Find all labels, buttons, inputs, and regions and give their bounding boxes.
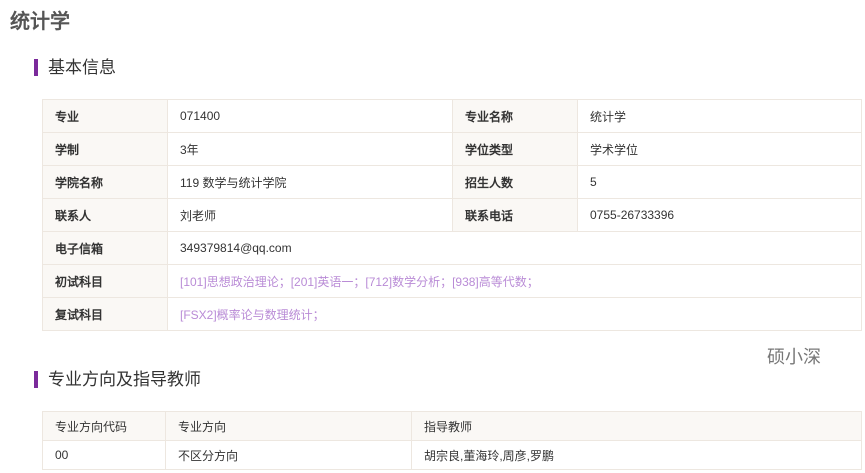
value: 学术学位 [577, 132, 862, 166]
label: 学制 [42, 132, 168, 166]
table-row: 电子信箱 349379814@qq.com [42, 231, 862, 265]
label: 招生人数 [452, 165, 578, 199]
table-header-row: 专业方向代码 专业方向 指导教师 [42, 411, 862, 441]
label: 初试科目 [42, 264, 168, 298]
label: 电子信箱 [42, 231, 168, 265]
value: 刘老师 [167, 198, 453, 232]
table-row: 复试科目 [FSX2]概率论与数理统计； [42, 297, 862, 331]
table-row: 学院名称 119 数学与统计学院 招生人数 5 [42, 165, 862, 199]
cell: 00 [42, 440, 166, 470]
header-cell: 指导教师 [411, 411, 862, 441]
directions-table: 专业方向代码 专业方向 指导教师 00 不区分方向 胡宗良,董海玲,周彦,罗鹏 [42, 411, 862, 470]
value: 0755-26733396 [577, 198, 862, 232]
table-row: 专业 071400 专业名称 统计学 [42, 99, 862, 133]
label: 联系人 [42, 198, 168, 232]
watermark: 硕小深 [767, 347, 821, 367]
value: 119 数学与统计学院 [167, 165, 453, 199]
cell: 胡宗良,董海玲,周彦,罗鹏 [411, 440, 862, 470]
basic-info-table: 专业 071400 专业名称 统计学 学制 3年 学位类型 学术学位 学院名称 119 数学与… [42, 99, 862, 331]
page-title: 统计学 [10, 11, 70, 33]
label: 专业 [42, 99, 168, 133]
label: 学院名称 [42, 165, 168, 199]
email-value: 349379814@qq.com [167, 231, 862, 265]
table-row: 00 不区分方向 胡宗良,董海玲,周彦,罗鹏 [42, 440, 862, 470]
header-cell: 专业方向 [165, 411, 412, 441]
value: 5 [577, 165, 862, 199]
retest-subjects-link[interactable]: [FSX2]概率论与数理统计； [167, 297, 862, 331]
label: 复试科目 [42, 297, 168, 331]
label: 联系电话 [452, 198, 578, 232]
table-row: 学制 3年 学位类型 学术学位 [42, 132, 862, 166]
value: 071400 [167, 99, 453, 133]
table-row: 初试科目 [101]思想政治理论；[201]英语一；[712]数学分析；[938]… [42, 264, 862, 298]
label: 专业名称 [452, 99, 578, 133]
value: 统计学 [577, 99, 862, 133]
exam-subjects-link[interactable]: [101]思想政治理论；[201]英语一；[712]数学分析；[938]高等代数… [167, 264, 862, 298]
section-heading-directions: 专业方向及指导教师 [34, 371, 201, 388]
section-heading-basic-info: 基本信息 [34, 59, 116, 76]
value: 3年 [167, 132, 453, 166]
header-cell: 专业方向代码 [42, 411, 166, 441]
table-row: 联系人 刘老师 联系电话 0755-26733396 [42, 198, 862, 232]
label: 学位类型 [452, 132, 578, 166]
cell: 不区分方向 [165, 440, 412, 470]
